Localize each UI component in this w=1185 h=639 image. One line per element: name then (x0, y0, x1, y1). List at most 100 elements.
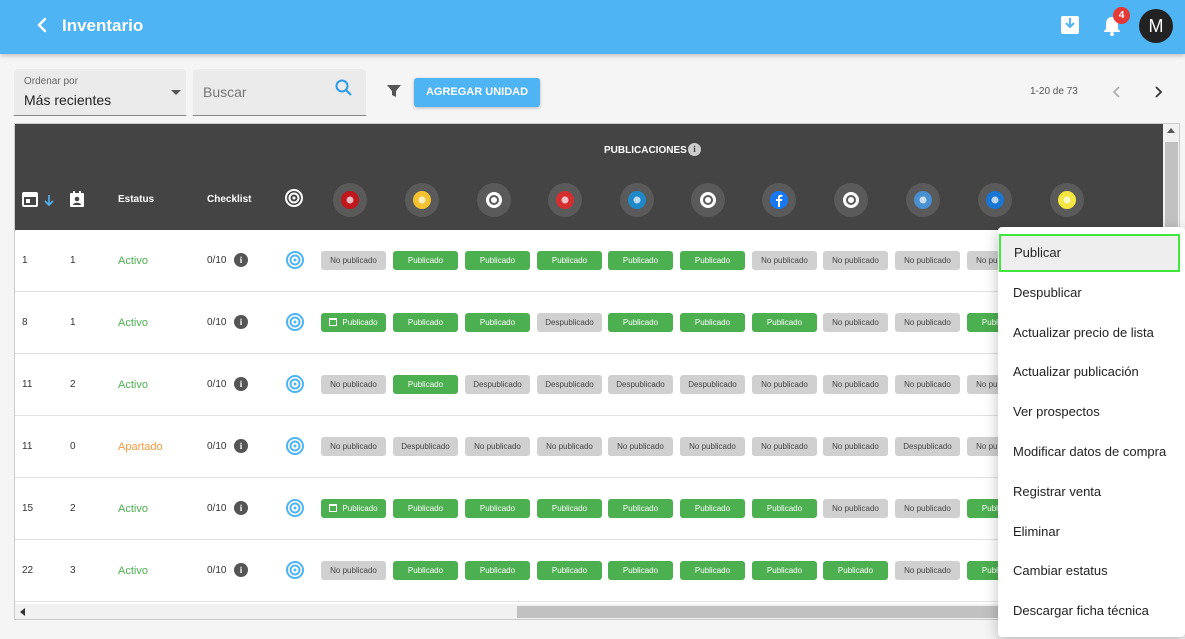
horizontal-scroll-thumb[interactable] (517, 606, 1017, 618)
signal-logo-icon[interactable] (285, 560, 305, 580)
publication-status-chip[interactable]: Publicado (537, 499, 602, 518)
portal-facebook-icon[interactable] (762, 183, 796, 217)
signal-logo-icon[interactable] (285, 498, 305, 518)
publication-status-chip[interactable]: No publicado (895, 313, 960, 332)
calendar-person-icon[interactable] (68, 190, 86, 208)
checklist-column-header[interactable]: Checklist (207, 194, 251, 205)
portal-6-icon[interactable] (691, 183, 725, 217)
sort-down-arrow-icon[interactable] (43, 194, 55, 206)
menu-item-despublicar[interactable]: Despublicar (998, 273, 1185, 313)
publication-status-chip[interactable]: No publicado (823, 313, 888, 332)
menu-item-descargar-ficha-técnica[interactable]: Descargar ficha técnica (998, 591, 1185, 631)
publication-status-chip[interactable]: Publicado (752, 561, 817, 580)
publication-status-chip[interactable]: Publicado (680, 561, 745, 580)
menu-item-actualizar-precio-de-lista[interactable]: Actualizar precio de lista (998, 313, 1185, 353)
portal-11-icon[interactable] (1050, 183, 1084, 217)
portal-3-icon[interactable] (477, 183, 511, 217)
publication-status-chip[interactable]: No publicado (752, 375, 817, 394)
publication-status-chip[interactable]: No publicado (895, 499, 960, 518)
menu-item-actualizar-publicación[interactable]: Actualizar publicación (998, 352, 1185, 392)
calendar-icon[interactable] (21, 190, 39, 208)
download-inbox-icon[interactable] (1060, 15, 1080, 35)
portal-2-icon[interactable] (405, 183, 439, 217)
publication-status-chip[interactable]: Publicado (465, 313, 530, 332)
checklist-info-icon[interactable]: i (234, 315, 248, 329)
publication-status-chip[interactable]: No publicado (823, 437, 888, 456)
sort-select[interactable]: Ordenar por Más recientes (14, 69, 186, 116)
publication-status-chip[interactable]: Publicado (321, 499, 386, 518)
publication-status-chip[interactable]: No publicado (537, 437, 602, 456)
search-icon[interactable] (334, 78, 354, 98)
publication-status-chip[interactable]: Despublicado (393, 437, 458, 456)
checklist-info-icon[interactable]: i (234, 501, 248, 515)
publication-status-chip[interactable]: Publicado (752, 499, 817, 518)
publication-status-chip[interactable]: Publicado (608, 313, 673, 332)
publication-status-chip[interactable]: Publicado (823, 561, 888, 580)
signal-logo-icon[interactable] (285, 436, 305, 456)
publication-status-chip[interactable]: No publicado (321, 437, 386, 456)
scroll-left-arrow-icon[interactable] (20, 608, 25, 616)
checklist-info-icon[interactable]: i (234, 563, 248, 577)
publication-status-chip[interactable]: Publicado (608, 251, 673, 270)
horizontal-scrollbar[interactable] (15, 604, 1163, 619)
next-page-icon[interactable] (1150, 84, 1166, 100)
publication-status-chip[interactable]: No publicado (752, 251, 817, 270)
publication-status-chip[interactable]: No publicado (895, 561, 960, 580)
publication-status-chip[interactable]: Publicado (393, 313, 458, 332)
publication-status-chip[interactable]: No publicado (321, 375, 386, 394)
back-arrow-icon[interactable] (30, 13, 54, 37)
publication-status-chip[interactable]: Publicado (465, 499, 530, 518)
publication-status-chip[interactable]: No publicado (752, 437, 817, 456)
publication-status-chip[interactable]: No publicado (321, 251, 386, 270)
menu-item-eliminar[interactable]: Eliminar (998, 512, 1185, 552)
portal-4-icon[interactable] (548, 183, 582, 217)
signal-logo-icon[interactable] (285, 374, 305, 394)
filter-icon[interactable] (385, 82, 403, 100)
publication-status-chip[interactable]: Publicado (465, 251, 530, 270)
publication-status-chip[interactable]: No publicado (321, 561, 386, 580)
publication-status-chip[interactable]: Publicado (680, 313, 745, 332)
publication-status-chip[interactable]: No publicado (608, 437, 673, 456)
publication-status-chip[interactable]: Despublicado (537, 313, 602, 332)
info-icon[interactable]: i (688, 143, 701, 156)
status-column-header[interactable]: Estatus (118, 194, 154, 205)
publication-status-chip[interactable]: Publicado (465, 561, 530, 580)
table-row[interactable]: 11 0 Apartado 0/10 i No publicado Despublicado… (15, 416, 1163, 478)
publication-status-chip[interactable]: Despublicado (537, 375, 602, 394)
previous-page-icon[interactable] (1109, 84, 1125, 100)
publication-status-chip[interactable]: No publicado (823, 499, 888, 518)
menu-item-cambiar-estatus[interactable]: Cambiar estatus (998, 551, 1185, 591)
publication-status-chip[interactable]: Publicado (752, 313, 817, 332)
publication-status-chip[interactable]: Publicado (608, 499, 673, 518)
portal-9-icon[interactable] (906, 183, 940, 217)
publication-status-chip[interactable]: No publicado (823, 375, 888, 394)
portal-8-icon[interactable] (834, 183, 868, 217)
publication-status-chip[interactable]: Publicado (393, 251, 458, 270)
publication-status-chip[interactable]: Despublicado (465, 375, 530, 394)
publication-status-chip[interactable]: Despublicado (680, 375, 745, 394)
portal-10-icon[interactable] (978, 183, 1012, 217)
table-row[interactable]: 8 1 Activo 0/10 i Publicado Publicado Publicado… (15, 292, 1163, 354)
menu-item-modificar-datos-de-compra[interactable]: Modificar datos de compra (998, 432, 1185, 472)
publication-status-chip[interactable]: Publicado (537, 251, 602, 270)
menu-item-ver-prospectos[interactable]: Ver prospectos (998, 392, 1185, 432)
table-row[interactable]: 11 2 Activo 0/10 i No publicado Publicado Despu… (15, 354, 1163, 416)
checklist-info-icon[interactable]: i (234, 253, 248, 267)
publication-status-chip[interactable]: Publicado (680, 499, 745, 518)
scroll-up-arrow-icon[interactable] (1167, 128, 1175, 133)
publication-status-chip[interactable]: No publicado (465, 437, 530, 456)
search-input[interactable] (203, 81, 323, 103)
publication-status-chip[interactable]: Despublicado (608, 375, 673, 394)
table-row[interactable]: 1 1 Activo 0/10 i No publicado Publicado Public… (15, 230, 1163, 292)
publication-status-chip[interactable]: Publicado (537, 561, 602, 580)
signal-logo-icon[interactable] (285, 312, 305, 332)
publication-status-chip[interactable]: Despublicado (895, 437, 960, 456)
publication-status-chip[interactable]: No publicado (895, 251, 960, 270)
menu-item-registrar-venta[interactable]: Registrar venta (998, 472, 1185, 512)
table-row[interactable]: 15 2 Activo 0/10 i Publicado Publicado Publicad… (15, 478, 1163, 540)
publication-status-chip[interactable]: Publicado (393, 499, 458, 518)
publication-status-chip[interactable]: Publicado (321, 313, 386, 332)
publication-status-chip[interactable]: Publicado (680, 251, 745, 270)
publication-status-chip[interactable]: Publicado (393, 561, 458, 580)
user-avatar[interactable]: M (1139, 9, 1173, 43)
